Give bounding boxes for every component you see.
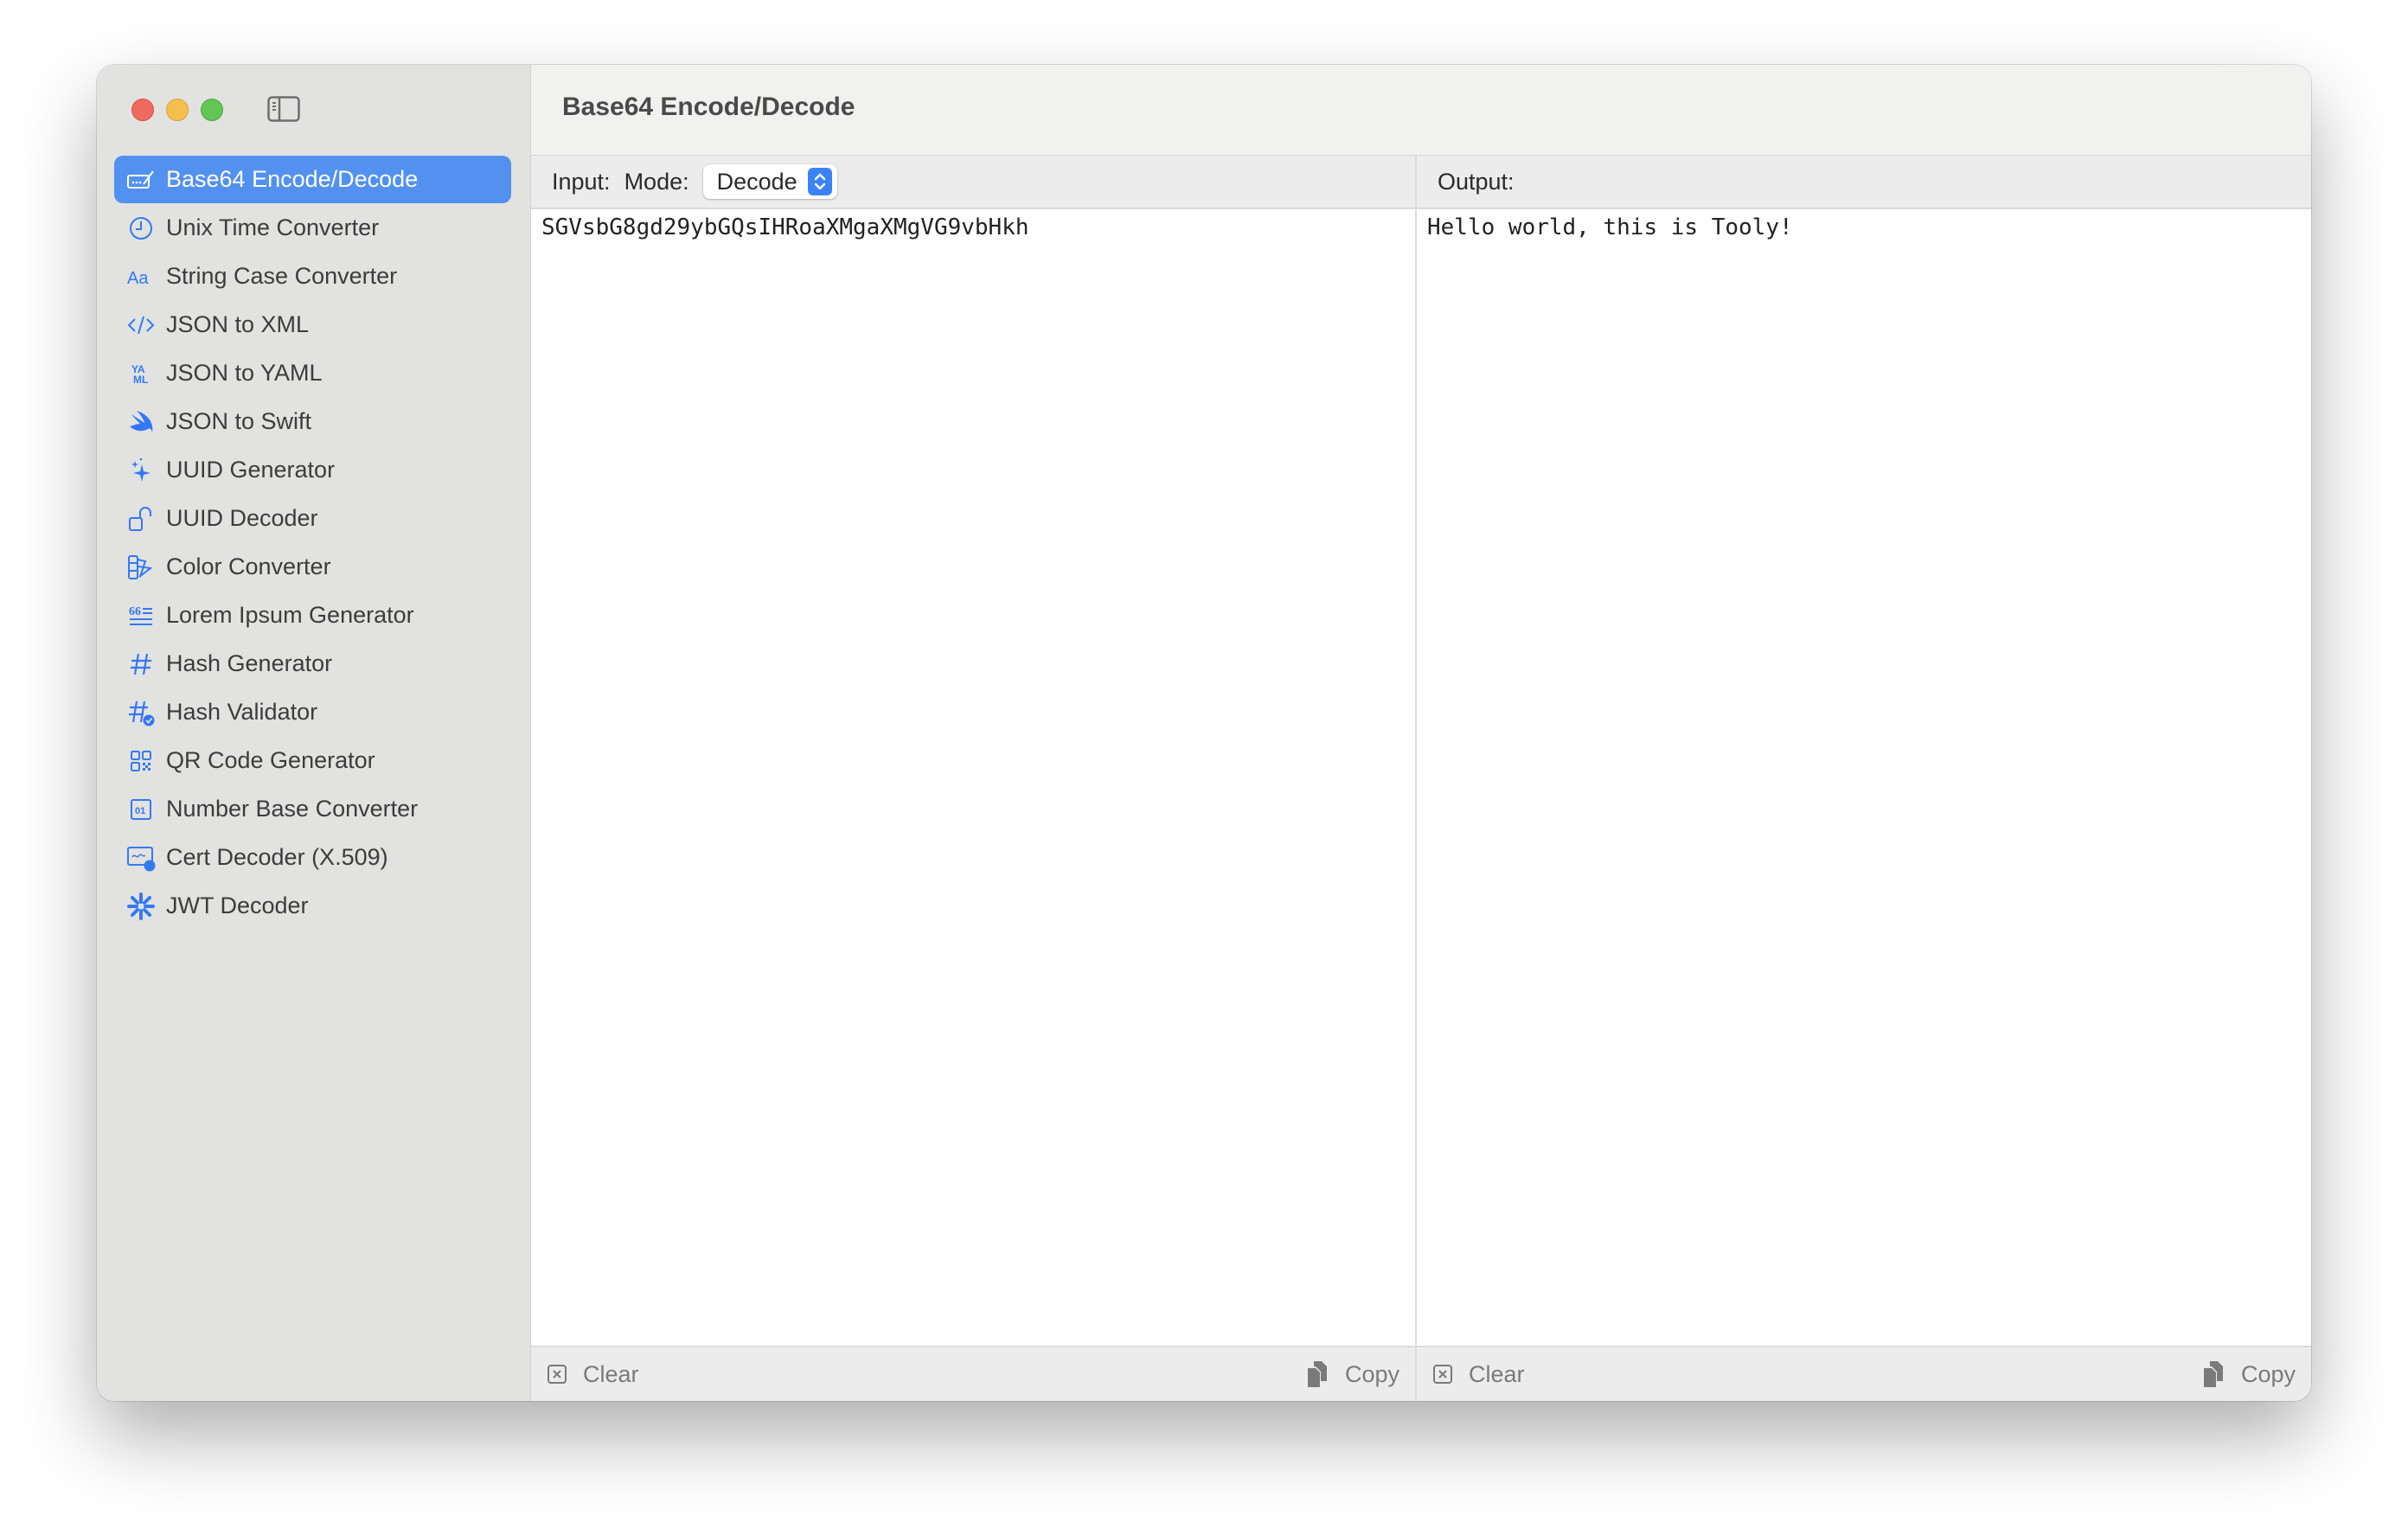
page-title: Base64 Encode/Decode (562, 93, 855, 121)
number-sign-icon (126, 649, 156, 679)
mode-label: Mode: (624, 168, 689, 195)
qrcode-icon (126, 746, 156, 776)
title-bar: Base64 Encode/Decode (531, 65, 2311, 156)
sidebar-item-label: UUID Decoder (166, 505, 318, 531)
svg-text:66: 66 (129, 605, 141, 618)
sidebar-item-label: Unix Time Converter (166, 214, 380, 240)
sidebar-toggle-button[interactable] (267, 96, 300, 122)
sidebar-item-label: UUID Generator (166, 457, 336, 483)
sidebar-item-json-yaml[interactable]: YA ML JSON to YAML (114, 349, 511, 397)
sidebar-item-label: JSON to Swift (166, 408, 312, 434)
sidebar-left-icon (267, 96, 300, 122)
swatchpalette-icon (126, 553, 156, 582)
sidebar-item-label: Number Base Converter (166, 796, 419, 822)
sidebar-item-hash-validator[interactable]: Hash Validator (114, 688, 511, 736)
output-copy-button[interactable]: Copy (2201, 1359, 2296, 1389)
sidebar-item-label: Cert Decoder (X.509) (166, 844, 388, 870)
sidebar-item-base64[interactable]: Base64 Encode/Decode (114, 156, 511, 203)
sidebar-item-label: JSON to XML (166, 311, 310, 337)
output-label: Output: (1438, 168, 1515, 195)
input-clear-button[interactable]: Clear (547, 1361, 639, 1388)
sidebar-item-hash-generator[interactable]: Hash Generator (114, 640, 511, 688)
input-footer: Clear Copy (531, 1346, 1415, 1401)
keyboard-pencil-icon (126, 165, 156, 195)
clear-label: Clear (1469, 1360, 1525, 1387)
clear-x-square-icon (1433, 1365, 1452, 1384)
input-copy-button[interactable]: Copy (1305, 1359, 1399, 1389)
input-pane: Input: Mode: Decode SGVsbG8gd29ybGQsIHRo… (531, 156, 1417, 1401)
svg-text:ML: ML (133, 374, 148, 386)
sidebar-item-label: Base64 Encode/Decode (166, 166, 419, 192)
close-window-button[interactable] (131, 99, 154, 121)
binary-icon: 01 (126, 795, 156, 824)
sidebar-item-qr-code[interactable]: QR Code Generator (114, 737, 511, 784)
sparkles-icon (126, 456, 156, 485)
yaml-icon: YA ML (126, 359, 156, 388)
main-content: Base64 Encode/Decode Input: Mode: Decode… (531, 65, 2311, 1401)
copy-label: Copy (2240, 1360, 2296, 1387)
sidebar-item-label: Lorem Ipsum Generator (166, 602, 414, 628)
sidebar-item-label: QR Code Generator (166, 747, 375, 773)
sidebar-item-number-base[interactable]: 01 Number Base Converter (114, 785, 511, 833)
sidebar-item-label: JWT Decoder (166, 892, 309, 918)
sidebar-item-lorem-ipsum[interactable]: 66 Lorem Ipsum Generator (114, 592, 511, 639)
minimize-window-button[interactable] (166, 99, 189, 121)
sidebar-nav: Base64 Encode/Decode Unix Time Converter… (114, 156, 511, 931)
text-quote-icon: 66 (126, 601, 156, 630)
textformat-icon: Aa (126, 262, 156, 291)
sidebar-item-label: JSON to YAML (166, 360, 323, 386)
clear-label: Clear (583, 1360, 639, 1387)
clear-x-square-icon (548, 1365, 567, 1384)
output-footer: Clear Copy (1417, 1346, 2311, 1401)
mode-value: Decode (716, 168, 797, 195)
certificate-icon (126, 843, 156, 873)
sidebar-item-uuid-generator[interactable]: UUID Generator (114, 446, 511, 494)
number-checkmark-icon (126, 698, 156, 727)
sidebar-item-uuid-decoder[interactable]: UUID Decoder (114, 495, 511, 542)
output-pane: Output: Hello world, this is Tooly! Clea… (1417, 156, 2311, 1401)
mode-popup-button[interactable]: Decode (702, 164, 837, 199)
code-brackets-icon (126, 310, 156, 340)
sidebar-item-json-swift[interactable]: JSON to Swift (114, 398, 511, 445)
output-toolbar: Output: (1417, 156, 2311, 209)
app-window: Base64 Encode/Decode Unix Time Converter… (97, 65, 2311, 1401)
copy-documents-icon (2203, 1361, 2223, 1387)
sidebar-item-label: String Case Converter (166, 263, 398, 289)
input-toolbar: Input: Mode: Decode (531, 156, 1415, 209)
sidebar-item-jwt-decoder[interactable]: JWT Decoder (114, 882, 511, 930)
sidebar-item-json-xml[interactable]: JSON to XML (114, 301, 511, 349)
sidebar-item-label: Color Converter (166, 553, 331, 579)
svg-text:Aa: Aa (127, 269, 149, 288)
swift-icon (126, 407, 156, 437)
copy-documents-icon (1307, 1361, 1327, 1387)
sidebar-item-label: Hash Generator (166, 650, 333, 676)
copy-label: Copy (1344, 1360, 1399, 1387)
output-textarea[interactable]: Hello world, this is Tooly! (1417, 209, 2311, 1346)
output-clear-button[interactable]: Clear (1432, 1361, 1525, 1388)
jwt-asterisk-icon (126, 892, 156, 921)
sidebar-item-label: Hash Validator (166, 699, 318, 725)
sidebar-item-cert-decoder[interactable]: Cert Decoder (X.509) (114, 834, 511, 881)
sidebar-item-string-case[interactable]: Aa String Case Converter (114, 253, 511, 300)
clock-icon (126, 214, 156, 243)
chevron-up-down-icon (807, 168, 832, 195)
svg-text:01: 01 (135, 806, 145, 816)
lock-open-icon (126, 504, 156, 534)
zoom-window-button[interactable] (201, 99, 223, 121)
sidebar-item-color-converter[interactable]: Color Converter (114, 543, 511, 591)
sidebar-item-unix-time[interactable]: Unix Time Converter (114, 204, 511, 252)
sidebar: Base64 Encode/Decode Unix Time Converter… (97, 65, 531, 1401)
input-textarea[interactable]: SGVsbG8gd29ybGQsIHRoaXMgaXMgVG9vbHkh (531, 209, 1415, 1346)
input-label: Input: (552, 168, 611, 195)
